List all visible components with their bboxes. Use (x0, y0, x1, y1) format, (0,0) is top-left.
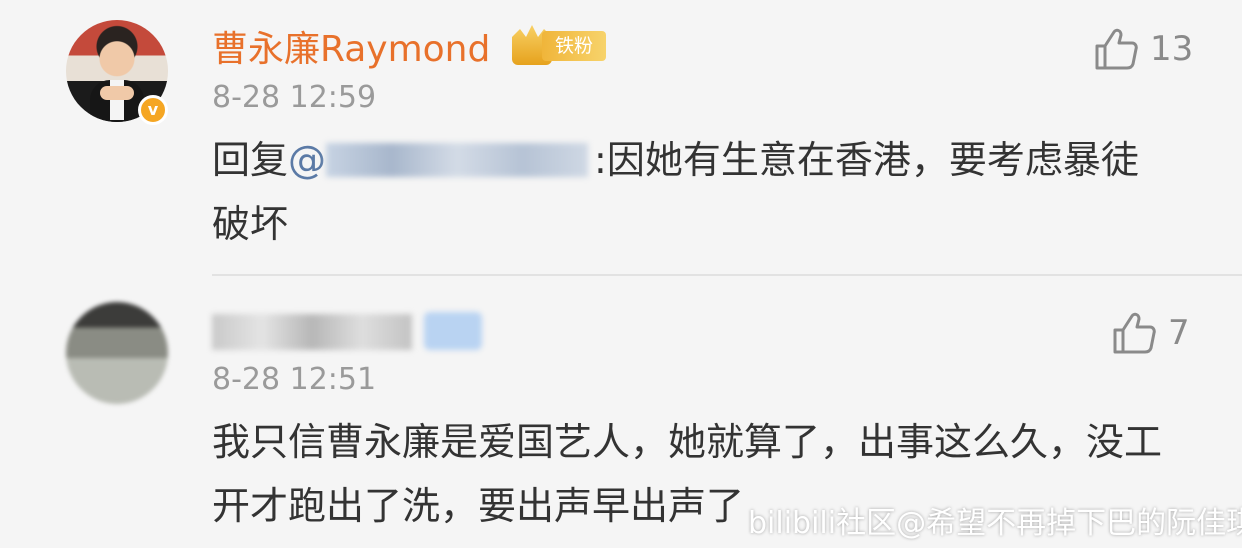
divider (212, 274, 1242, 276)
reply-prefix: 回复 (212, 138, 289, 182)
comment-time: 8-28 12:59 (212, 80, 377, 115)
blurred-badge (424, 312, 482, 350)
comment-time: 8-28 12:51 (212, 362, 377, 397)
comment-text: 回复@:因她有生意在香港，要考虑暴徒破坏 (212, 128, 1172, 256)
blurred-username[interactable] (212, 314, 412, 350)
like-count: 7 (1168, 313, 1190, 353)
thumbs-up-icon (1113, 312, 1156, 354)
mention-at[interactable]: @ (288, 138, 326, 182)
avatar[interactable] (66, 302, 168, 404)
verified-v-icon: v (138, 95, 168, 125)
like-button[interactable]: 13 (1094, 28, 1193, 70)
fan-badge-label: 铁粉 (542, 31, 606, 61)
username[interactable]: 曹永廉Raymond (212, 27, 490, 73)
like-button[interactable]: 7 (1112, 312, 1190, 354)
fan-badge[interactable]: 铁粉 (512, 25, 606, 65)
like-count: 13 (1150, 29, 1194, 69)
blurred-mention-name[interactable] (326, 143, 589, 177)
watermark: bilibili社区@希望不再掉下巴的阮佳琪 (748, 506, 1242, 541)
thumbs-up-icon (1095, 28, 1138, 70)
